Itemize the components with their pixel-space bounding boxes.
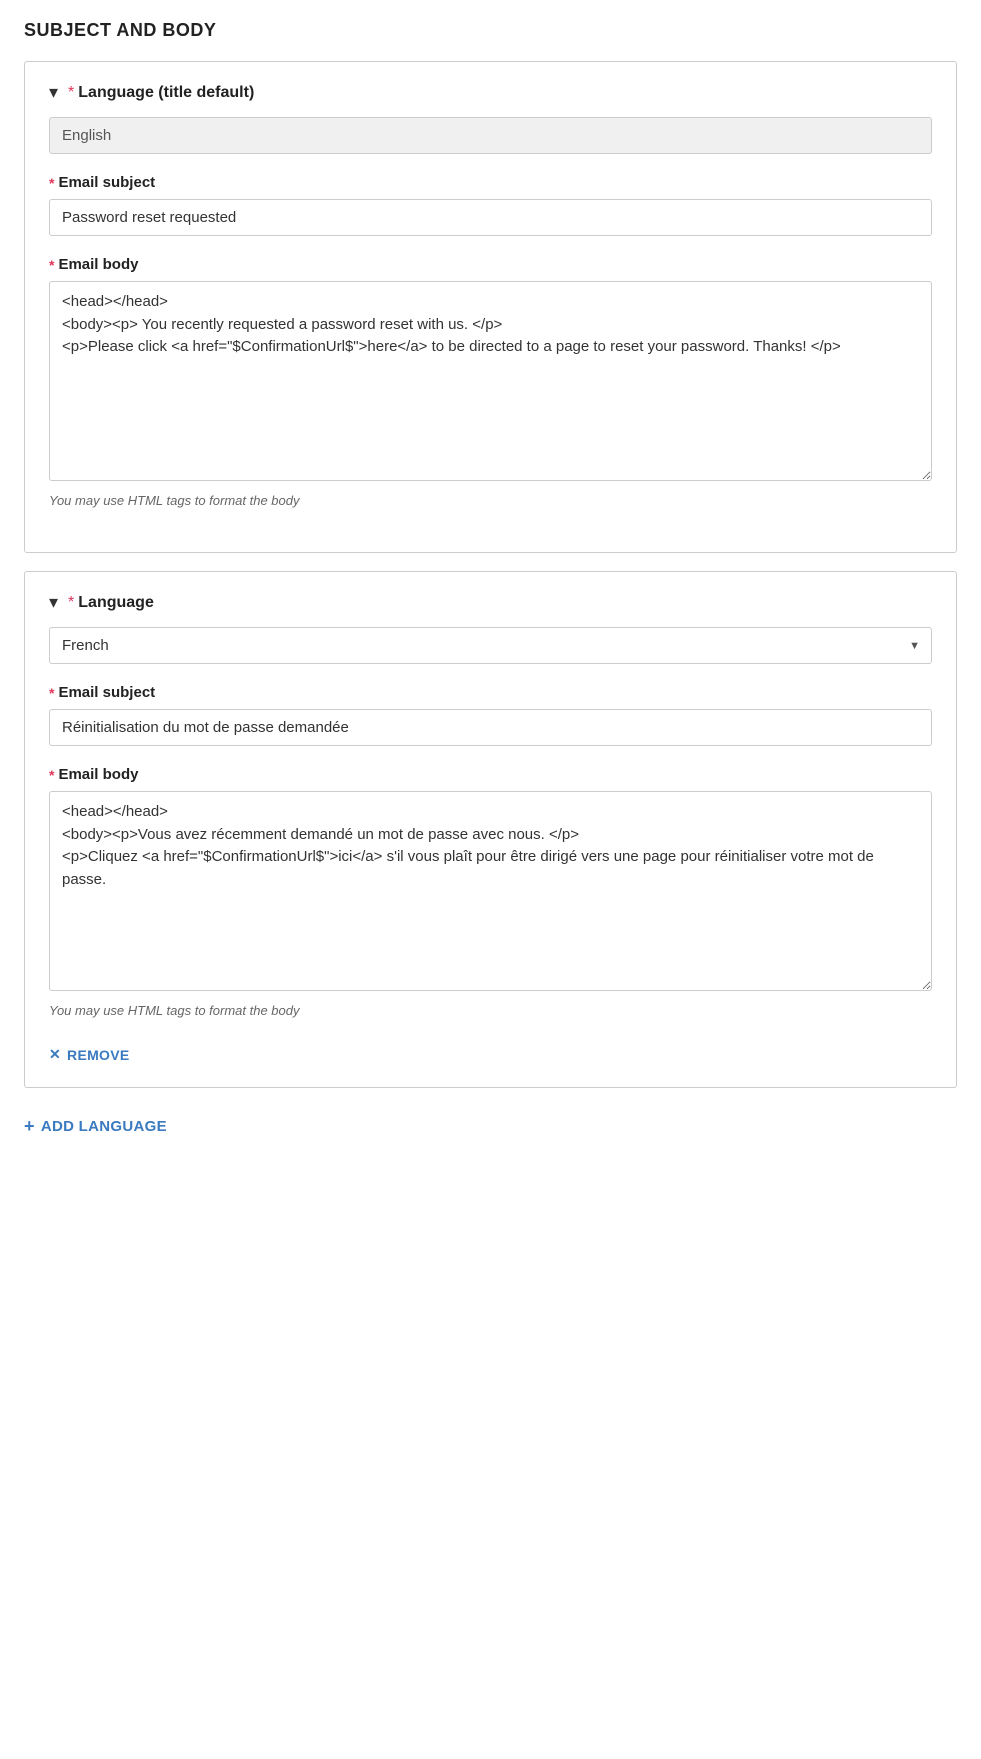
required-star-language-english: * bbox=[68, 84, 74, 102]
email-subject-input-english[interactable] bbox=[49, 199, 932, 236]
section-header-english: ▾ * Language (title default) bbox=[49, 82, 932, 103]
email-subject-label-english: * Email subject bbox=[49, 174, 932, 191]
email-subject-field-french: * Email subject bbox=[49, 684, 932, 746]
chevron-down-icon-french[interactable]: ▾ bbox=[49, 592, 58, 613]
add-language-label: ADD LANGUAGE bbox=[41, 1118, 167, 1135]
hint-text-english: You may use HTML tags to format the body bbox=[49, 493, 932, 508]
required-star-language-french: * bbox=[68, 594, 74, 612]
language-label-french: Language bbox=[78, 594, 154, 612]
remove-button-french[interactable]: ✕ REMOVE bbox=[49, 1046, 130, 1063]
add-language-button[interactable]: + ADD LANGUAGE bbox=[24, 1116, 167, 1137]
language-block-english: ▾ * Language (title default) * Email sub… bbox=[24, 61, 957, 553]
language-input-english[interactable] bbox=[49, 117, 932, 154]
email-subject-label-french: * Email subject bbox=[49, 684, 932, 701]
email-subject-input-french[interactable] bbox=[49, 709, 932, 746]
remove-x-icon: ✕ bbox=[49, 1046, 61, 1063]
language-select-wrapper: French Spanish German Italian Portuguese bbox=[49, 627, 932, 664]
language-block-french: ▾ * Language French Spanish German Itali… bbox=[24, 571, 957, 1088]
email-body-label-english: * Email body bbox=[49, 256, 932, 273]
required-star-body-english: * bbox=[49, 257, 54, 273]
chevron-down-icon[interactable]: ▾ bbox=[49, 82, 58, 103]
language-select-french[interactable]: French Spanish German Italian Portuguese bbox=[49, 627, 932, 664]
email-body-field-french: * Email body <head></head> <body><p>Vous… bbox=[49, 766, 932, 1018]
section-header-french: ▾ * Language bbox=[49, 592, 932, 613]
email-body-label-french: * Email body bbox=[49, 766, 932, 783]
page-title: SUBJECT AND BODY bbox=[24, 20, 957, 41]
email-subject-field-english: * Email subject bbox=[49, 174, 932, 236]
email-body-textarea-english[interactable]: <head></head> <body><p> You recently req… bbox=[49, 281, 932, 481]
email-body-textarea-french[interactable]: <head></head> <body><p>Vous avez récemme… bbox=[49, 791, 932, 991]
remove-label: REMOVE bbox=[67, 1047, 129, 1063]
hint-text-french: You may use HTML tags to format the body bbox=[49, 1003, 932, 1018]
required-star-subject-french: * bbox=[49, 685, 54, 701]
required-star-subject-english: * bbox=[49, 175, 54, 191]
email-body-field-english: * Email body <head></head> <body><p> You… bbox=[49, 256, 932, 508]
language-select-field-french: French Spanish German Italian Portuguese bbox=[49, 627, 932, 664]
language-field-english bbox=[49, 117, 932, 154]
add-plus-icon: + bbox=[24, 1116, 35, 1137]
required-star-body-french: * bbox=[49, 767, 54, 783]
language-default-label: Language (title default) bbox=[78, 84, 254, 102]
